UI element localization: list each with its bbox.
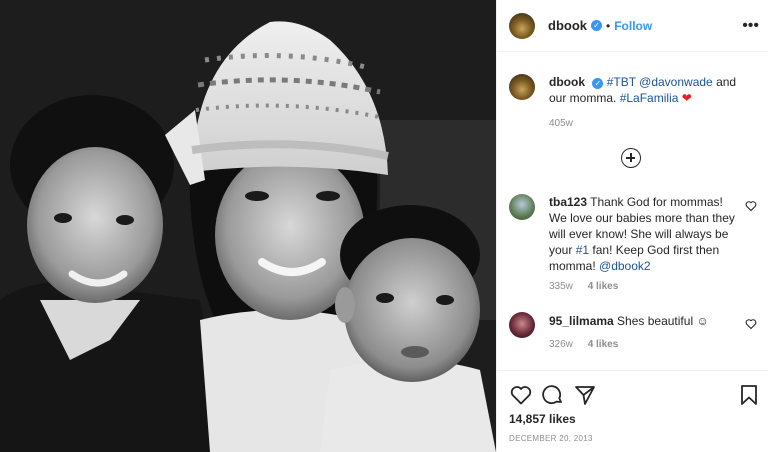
avatar[interactable]	[509, 12, 535, 39]
avatar[interactable]	[509, 312, 535, 338]
caption-username[interactable]: dbook	[549, 75, 585, 89]
post-photo[interactable]	[0, 0, 496, 452]
mention-link[interactable]: @dbook2	[599, 259, 651, 273]
follow-button[interactable]: Follow	[614, 19, 652, 33]
comment-username[interactable]: 95_lilmama	[549, 314, 614, 328]
comment-text: tba123 Thank God for mommas! We love our…	[549, 194, 735, 274]
separator-dot: •	[606, 18, 611, 33]
comment-item: 95_lilmama Shes beautiful ☺	[509, 312, 757, 338]
comment-meta: 335w 4 likes	[549, 281, 630, 292]
hashtag-link[interactable]: #LaFamilia	[620, 91, 679, 105]
like-comment-heart-icon[interactable]	[745, 200, 757, 212]
comment-meta: 326w 4 likes	[549, 339, 630, 350]
hashtag-link[interactable]: #1	[576, 243, 589, 257]
verified-badge-icon: ✓	[591, 20, 602, 31]
verified-badge-icon: ✓	[592, 78, 604, 89]
hashtag-link[interactable]: #TBT	[607, 75, 636, 89]
avatar[interactable]	[509, 74, 535, 100]
share-icon[interactable]	[573, 383, 597, 407]
comment-age[interactable]: 335w	[549, 281, 573, 292]
likes-count[interactable]: 14,857 likes	[509, 412, 576, 426]
post-header: dbook ✓ • Follow •••	[497, 0, 768, 52]
more-options-icon[interactable]: •••	[742, 17, 759, 35]
comment-username[interactable]: tba123	[549, 195, 587, 209]
bookmark-icon[interactable]	[737, 383, 761, 407]
mention-link[interactable]: @davonwade	[639, 75, 713, 89]
comment-likes[interactable]: 4 likes	[588, 339, 619, 350]
caption: dbook ✓ #TBT @davonwade and our momma. #…	[509, 74, 757, 106]
comment-age[interactable]: 326w	[549, 339, 573, 350]
caption-text: dbook ✓ #TBT @davonwade and our momma. #…	[549, 74, 755, 106]
comment-item: tba123 Thank God for mommas! We love our…	[509, 194, 757, 274]
caption-age[interactable]: 405w	[549, 118, 573, 129]
comment-text: 95_lilmama Shes beautiful ☺	[549, 312, 735, 338]
comment-body: Shes beautiful ☺	[613, 314, 709, 328]
post-side-panel: dbook ✓ • Follow ••• dbook ✓ #TBT @davon…	[496, 0, 768, 452]
post-username[interactable]: dbook	[548, 18, 587, 33]
red-heart-emoji: ❤	[681, 91, 692, 105]
family-photo-image	[0, 0, 496, 452]
post-date[interactable]: DECEMBER 20, 2013	[509, 434, 593, 443]
avatar[interactable]	[509, 194, 535, 220]
comment-icon[interactable]	[541, 383, 565, 407]
post-actions: 14,857 likes DECEMBER 20, 2013	[497, 370, 768, 452]
heart-icon[interactable]	[509, 383, 533, 407]
add-comment-icon[interactable]	[621, 148, 641, 168]
comment-likes[interactable]: 4 likes	[588, 281, 619, 292]
like-comment-heart-icon[interactable]	[745, 318, 757, 330]
